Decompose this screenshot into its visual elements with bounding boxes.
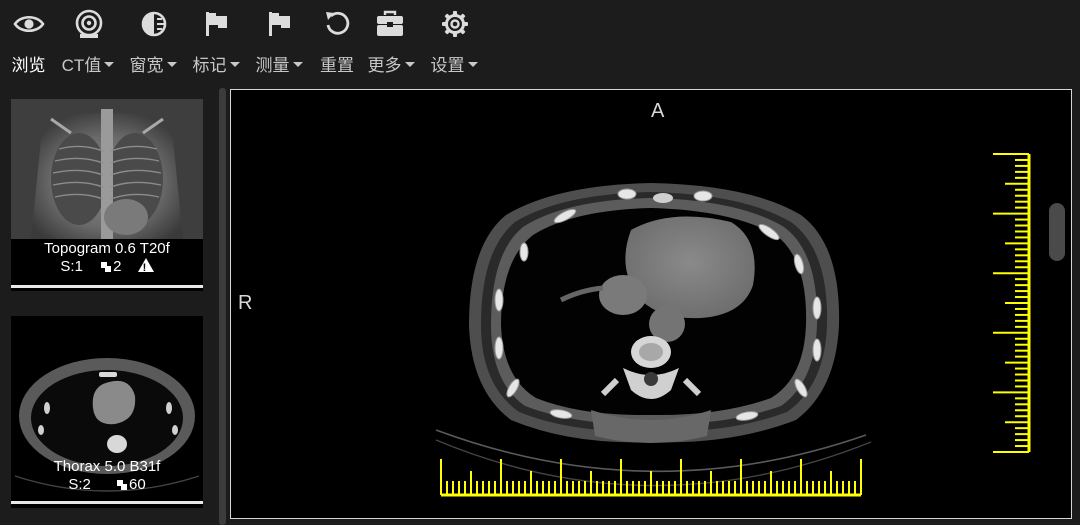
warning-icon: [137, 258, 154, 277]
image-stack-icon: [101, 262, 112, 273]
flag-icon: [201, 8, 233, 40]
tool-measure-label: 测量: [255, 56, 290, 75]
tool-ct-value-label: CT值: [61, 56, 102, 75]
chevron-down-icon: [404, 62, 415, 68]
tool-mark-label: 标记: [192, 56, 227, 75]
reset-icon: [321, 8, 353, 40]
toolbox-icon: [374, 8, 406, 40]
series-card-topogram[interactable]: Topogram 0.6 T20f S:1 2: [11, 99, 203, 291]
series-thumbnail: [11, 99, 203, 239]
chevron-down-icon: [166, 62, 177, 68]
tool-measure[interactable]: 测量: [253, 0, 305, 84]
series-title: Thorax 5.0 B31f: [53, 458, 161, 475]
tool-reset-label: 重置: [320, 56, 354, 75]
viewport-scrollbar[interactable]: [1049, 203, 1065, 261]
toolbar: 浏览 CT值 窗宽 标记 测量 重置 更多 设置: [0, 0, 1080, 84]
series-number: S:1: [60, 258, 83, 275]
tool-window-width-label: 窗宽: [129, 56, 164, 75]
image-count: 2: [113, 258, 122, 275]
eye-icon: [12, 8, 45, 40]
gear-icon: [439, 8, 471, 40]
tool-browse[interactable]: 浏览: [10, 0, 47, 84]
vertical-scale-ruler: [993, 153, 1031, 453]
image-stack-icon: [117, 480, 128, 491]
tool-browse-label: 浏览: [11, 56, 46, 75]
series-sidebar: Topogram 0.6 T20f S:1 2 ! Thorax 5.0 B31…: [0, 88, 228, 525]
series-number: S:2: [68, 476, 91, 493]
tool-ct-value[interactable]: CT值: [58, 0, 118, 84]
flag-icon: [264, 8, 296, 40]
chevron-down-icon: [292, 62, 303, 68]
tool-reset[interactable]: 重置: [318, 0, 356, 84]
tool-window-width[interactable]: 窗宽: [127, 0, 179, 84]
tool-more-label: 更多: [367, 56, 402, 75]
ct-scanner-icon: [73, 8, 105, 40]
chevron-down-icon: [104, 62, 115, 68]
tool-mark[interactable]: 标记: [190, 0, 242, 84]
chevron-down-icon: [229, 62, 240, 68]
tool-more[interactable]: 更多: [365, 0, 417, 84]
tool-settings-label: 设置: [430, 56, 465, 75]
series-load-bar: [11, 501, 203, 504]
horizontal-scale-ruler: [440, 459, 862, 497]
image-count: 60: [129, 476, 146, 493]
series-card-thorax[interactable]: Thorax 5.0 B31f S:2 60: [11, 316, 203, 508]
image-viewport[interactable]: A R: [230, 89, 1072, 519]
measurement-rulers: [440, 153, 1031, 497]
sidebar-scrollbar[interactable]: [219, 88, 226, 525]
tool-settings[interactable]: 设置: [428, 0, 480, 84]
chevron-down-icon: [467, 62, 478, 68]
series-title: Topogram 0.6 T20f: [44, 240, 170, 257]
series-load-bar: [11, 285, 203, 288]
contrast-icon: [138, 8, 170, 40]
